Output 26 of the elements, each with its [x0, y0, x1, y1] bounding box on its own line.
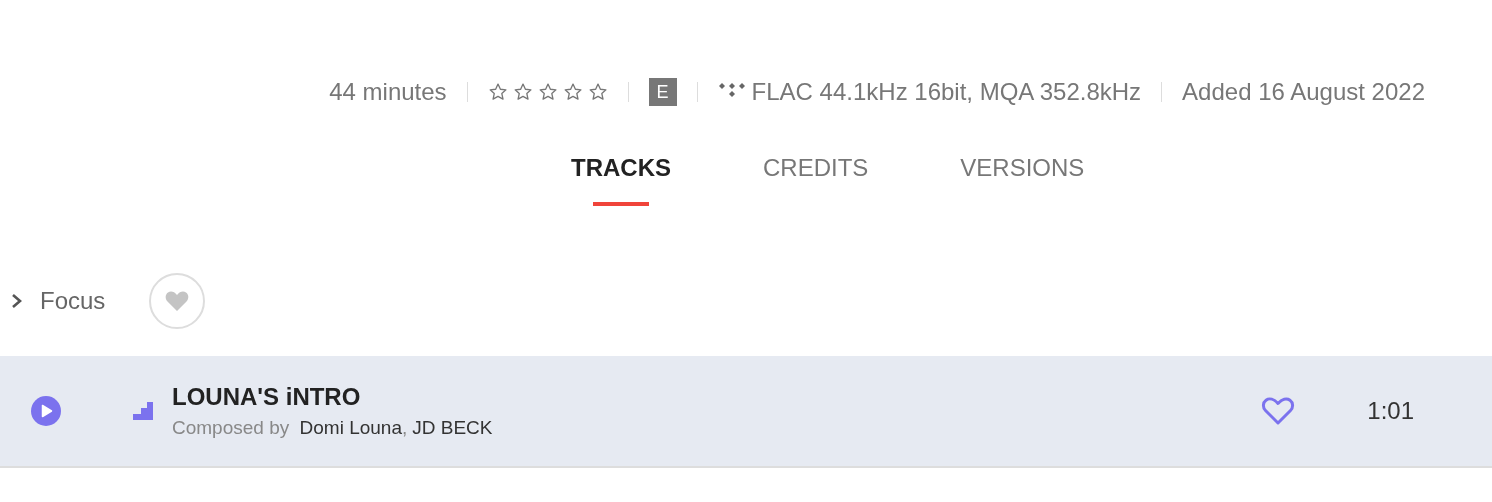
audio-quality-text: FLAC 44.1kHz 16bit, MQA 352.8kHz: [751, 78, 1142, 106]
tab[interactable]: TRACKS: [571, 150, 671, 206]
duration-text: 44 minutes: [329, 78, 447, 106]
track-row[interactable]: LOUNA'S iNTRO Composed by Domi Louna, JD BECK 1:01: [0, 356, 1492, 468]
heart-icon[interactable]: [1261, 396, 1296, 426]
quality-bars-icon: [133, 402, 153, 420]
composer-link[interactable]: JD BECK: [412, 417, 493, 439]
star-rating[interactable]: [487, 82, 608, 102]
track-title: LOUNA'S iNTRO: [172, 383, 362, 411]
play-icon[interactable]: [31, 396, 61, 426]
composer-link[interactable]: Domi Louna: [299, 417, 402, 439]
explicit-badge: E: [648, 78, 677, 106]
section-title[interactable]: Focus: [40, 287, 106, 315]
tab[interactable]: CREDITS: [763, 150, 869, 206]
list-separator: ,: [401, 417, 408, 439]
star-icon: [487, 82, 508, 102]
track-duration: 1:01: [1367, 397, 1414, 425]
star-icon: [537, 82, 558, 102]
credit-label: Composed by: [172, 417, 291, 439]
chevron-icon[interactable]: [10, 291, 24, 311]
star-icon: [587, 82, 608, 102]
heart-icon: [165, 290, 190, 312]
tab[interactable]: VERSIONS: [960, 150, 1085, 206]
star-icon: [562, 82, 583, 102]
added-date-text: Added 16 August 2022: [1182, 78, 1425, 106]
star-icon: [512, 82, 533, 102]
